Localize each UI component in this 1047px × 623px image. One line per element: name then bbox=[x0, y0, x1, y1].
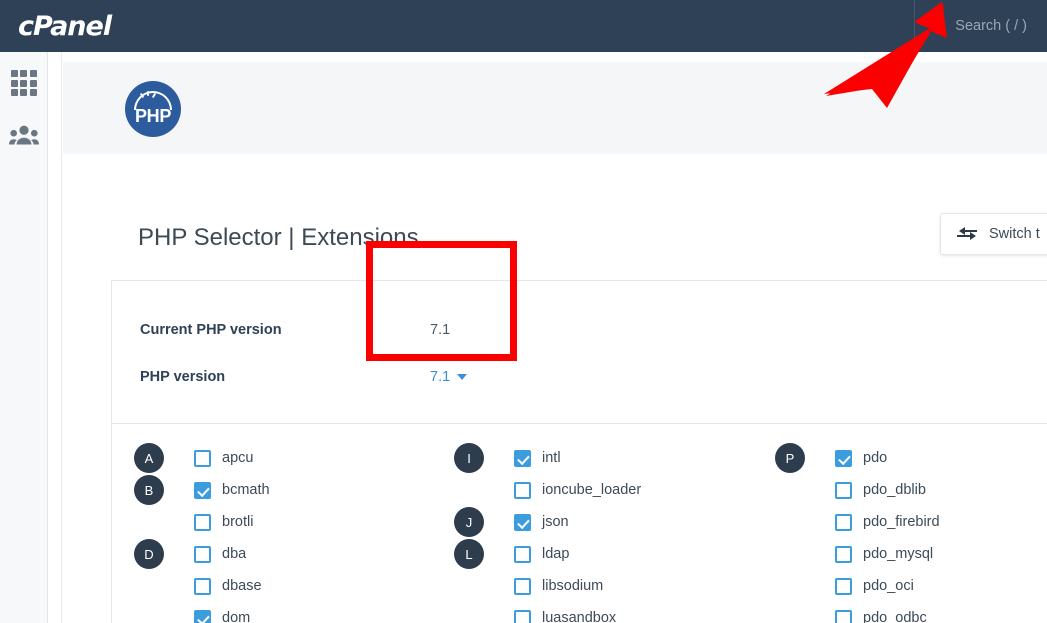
extension-checkbox[interactable] bbox=[514, 577, 531, 595]
extension-checkbox[interactable] bbox=[514, 545, 531, 563]
app-banner: PHP bbox=[63, 62, 1047, 154]
extension-entry[interactable]: pdo_oci bbox=[835, 577, 914, 595]
top-header-bar: cPanel Search ( / ) bbox=[0, 0, 1047, 52]
extension-name: ldap bbox=[542, 546, 570, 562]
current-php-version-row: Current PHP version 7.1 bbox=[140, 322, 1020, 338]
letter-group-badge: L bbox=[454, 539, 484, 569]
extension-checkbox[interactable] bbox=[514, 449, 531, 467]
people-icon bbox=[8, 125, 39, 145]
extension-name: dom bbox=[222, 610, 251, 623]
extension-entry[interactable]: ldap bbox=[514, 545, 570, 563]
php-selector-card: Current PHP version 7.1 PHP version 7.1 … bbox=[111, 280, 1047, 623]
search-icon[interactable] bbox=[929, 18, 945, 35]
extension-name: brotli bbox=[222, 514, 254, 530]
screen: cPanel Search ( / ) PHP PHP Selector | E… bbox=[0, 0, 1047, 623]
extension-checkbox[interactable] bbox=[835, 481, 852, 499]
extension-checkbox[interactable] bbox=[514, 513, 531, 531]
extension-entry[interactable]: intl bbox=[514, 449, 561, 467]
extension-entry[interactable]: libsodium bbox=[514, 577, 604, 595]
extension-name: libsodium bbox=[542, 578, 604, 594]
extension-name: pdo_mysql bbox=[863, 546, 934, 562]
extension-entry[interactable]: dba bbox=[194, 545, 247, 563]
page-title: PHP Selector | Extensions bbox=[138, 224, 419, 251]
letter-group-badge: B bbox=[134, 475, 164, 505]
switch-to-button[interactable]: Switch t bbox=[940, 213, 1047, 255]
extension-checkbox[interactable] bbox=[194, 609, 211, 623]
extension-name: pdo_oci bbox=[863, 578, 914, 594]
letter-group-badge: J bbox=[454, 507, 484, 537]
extension-checkbox[interactable] bbox=[194, 577, 211, 595]
php-version-label: PHP version bbox=[140, 369, 226, 385]
extension-name: dba bbox=[222, 546, 247, 562]
extension-name: pdo_odbc bbox=[863, 610, 927, 623]
extension-name: pdo_firebird bbox=[863, 514, 940, 530]
php-logo-text: PHP bbox=[134, 105, 172, 126]
letter-group-badge: P bbox=[775, 443, 805, 473]
extension-checkbox[interactable] bbox=[194, 545, 211, 563]
extension-name: luasandbox bbox=[542, 610, 617, 623]
php-gauge-logo: PHP bbox=[125, 81, 181, 137]
extension-entry[interactable]: dbase bbox=[194, 577, 262, 595]
extension-name: apcu bbox=[222, 450, 254, 466]
global-search[interactable]: Search ( / ) bbox=[929, 18, 1027, 35]
search-input[interactable]: Search ( / ) bbox=[955, 18, 1027, 34]
extension-checkbox[interactable] bbox=[194, 449, 211, 467]
extension-checkbox[interactable] bbox=[514, 609, 531, 623]
sidebar-item-apps[interactable] bbox=[7, 66, 41, 100]
extension-entry[interactable]: pdo_mysql bbox=[835, 545, 934, 563]
main-content: PHP PHP Selector | Extensions Switch t C… bbox=[48, 52, 1047, 623]
header-right-section: Search ( / ) bbox=[914, 0, 1047, 52]
left-sidebar bbox=[0, 52, 48, 623]
extension-checkbox[interactable] bbox=[835, 609, 852, 623]
chevron-down-icon bbox=[457, 374, 468, 380]
extension-entry[interactable]: json bbox=[514, 513, 569, 531]
extension-checkbox[interactable] bbox=[835, 513, 852, 531]
extension-entry[interactable]: ioncube_loader bbox=[514, 481, 642, 499]
cpanel-logo[interactable]: cPanel bbox=[18, 11, 112, 42]
switch-to-button-label: Switch t bbox=[989, 226, 1040, 242]
extension-name: dbase bbox=[222, 578, 262, 594]
extension-name: ioncube_loader bbox=[542, 482, 642, 498]
extension-entry[interactable]: pdo_firebird bbox=[835, 513, 940, 531]
extension-name: bcmath bbox=[222, 482, 270, 498]
php-version-dropdown[interactable]: 7.1 bbox=[430, 369, 468, 385]
extension-entry[interactable]: bcmath bbox=[194, 481, 270, 499]
extension-entry[interactable]: pdo_odbc bbox=[835, 609, 927, 623]
extension-entry[interactable]: pdo_dblib bbox=[835, 481, 926, 499]
extension-name: intl bbox=[542, 450, 561, 466]
extension-entry[interactable]: apcu bbox=[194, 449, 254, 467]
extension-name: json bbox=[542, 514, 569, 530]
extension-entry[interactable]: dom bbox=[194, 609, 251, 623]
extension-entry[interactable]: pdo bbox=[835, 449, 888, 467]
content-left-gutter bbox=[48, 52, 62, 623]
exchange-arrows-icon bbox=[957, 226, 977, 242]
extension-checkbox[interactable] bbox=[835, 545, 852, 563]
sidebar-item-users[interactable] bbox=[7, 118, 41, 152]
letter-group-badge: D bbox=[134, 539, 164, 569]
extension-checkbox[interactable] bbox=[194, 481, 211, 499]
extension-checkbox[interactable] bbox=[194, 513, 211, 531]
extension-name: pdo_dblib bbox=[863, 482, 926, 498]
grid-icon bbox=[10, 70, 37, 96]
version-section: Current PHP version 7.1 PHP version 7.1 bbox=[112, 281, 1047, 423]
extension-name: pdo bbox=[863, 450, 888, 466]
extension-entry[interactable]: brotli bbox=[194, 513, 254, 531]
extension-entry[interactable]: luasandbox bbox=[514, 609, 617, 623]
extension-checkbox[interactable] bbox=[835, 449, 852, 467]
letter-group-badge: A bbox=[134, 443, 164, 473]
php-version-dropdown-value: 7.1 bbox=[430, 369, 451, 385]
extensions-section: Aapcu Bbcmath brotli Ddba dbase dom Iintl ioncu… bbox=[112, 424, 1047, 623]
current-php-version-label: Current PHP version bbox=[140, 322, 282, 338]
extension-checkbox[interactable] bbox=[835, 577, 852, 595]
letter-group-badge: I bbox=[454, 443, 484, 473]
current-php-version-value: 7.1 bbox=[430, 322, 451, 338]
php-version-row: PHP version 7.1 bbox=[140, 369, 1020, 385]
extension-checkbox[interactable] bbox=[514, 481, 531, 499]
